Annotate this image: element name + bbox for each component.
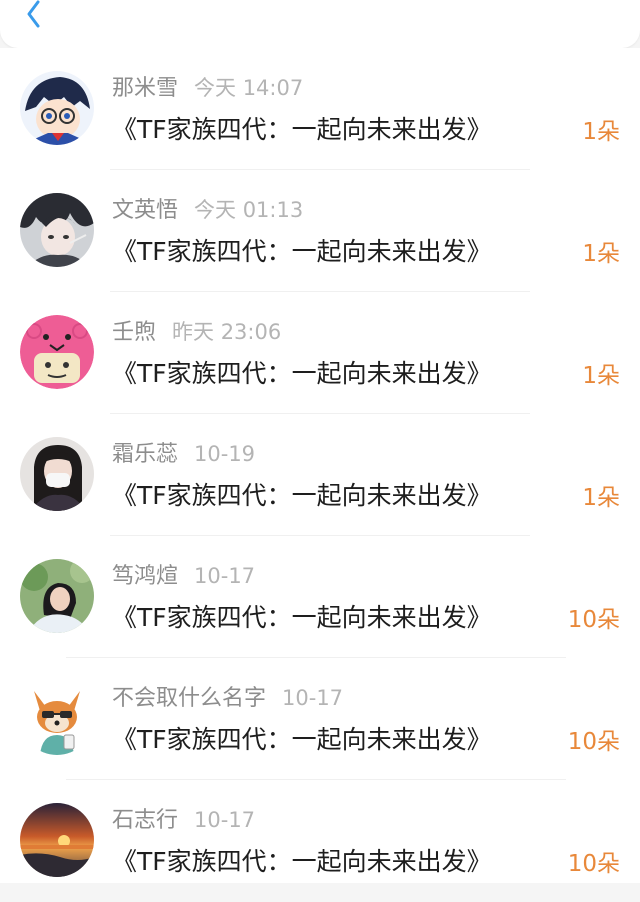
avatar[interactable] xyxy=(20,193,94,267)
pink-cartoon-avatar-icon xyxy=(20,315,94,389)
work-title[interactable]: 《TF家族四代：一起向未来出发》 xyxy=(112,600,492,636)
list-item[interactable]: 笃鸿煊 10-17 《TF家族四代：一起向未来出发》 10朵 xyxy=(0,536,640,658)
send-time: 10-17 xyxy=(282,686,344,710)
send-time: 昨天 23:06 xyxy=(172,320,282,344)
send-time: 10-19 xyxy=(194,442,256,466)
send-time: 10-17 xyxy=(194,808,256,832)
sender-name[interactable]: 文英悟 xyxy=(112,198,178,223)
item-meta: 笃鸿煊 10-17 xyxy=(112,560,255,592)
anime-boy-avatar-icon xyxy=(20,71,94,145)
work-title[interactable]: 《TF家族四代：一起向未来出发》 xyxy=(112,356,492,392)
flower-count: 1朵 xyxy=(582,241,620,267)
top-navigation-bar xyxy=(0,0,640,48)
work-title[interactable]: 《TF家族四代：一起向未来出发》 xyxy=(112,478,492,514)
sender-name[interactable]: 不会取什么名字 xyxy=(112,686,266,711)
flower-count: 10朵 xyxy=(567,607,620,633)
sender-name[interactable]: 那米雪 xyxy=(112,76,178,101)
list-item[interactable]: 石志行 10-17 《TF家族四代：一起向未来出发》 10朵 xyxy=(0,780,640,902)
work-title[interactable]: 《TF家族四代：一起向未来出发》 xyxy=(112,112,492,148)
item-meta: 壬煦 昨天 23:06 xyxy=(112,316,281,348)
item-meta: 那米雪 今天 14:07 xyxy=(112,72,303,104)
girl-photo-avatar-icon xyxy=(20,437,94,511)
anime-guy-avatar-icon xyxy=(20,193,94,267)
avatar[interactable] xyxy=(20,681,94,755)
send-time: 今天 01:13 xyxy=(194,198,304,222)
avatar[interactable] xyxy=(20,803,94,877)
flower-count: 1朵 xyxy=(582,485,620,511)
send-time: 10-17 xyxy=(194,564,256,588)
chevron-left-icon xyxy=(27,0,40,28)
sender-name[interactable]: 笃鸿煊 xyxy=(112,564,178,589)
item-meta: 霜乐蕊 10-19 xyxy=(112,438,255,470)
avatar[interactable] xyxy=(20,315,94,389)
work-title[interactable]: 《TF家族四代：一起向未来出发》 xyxy=(112,844,492,880)
fox-cartoon-avatar-icon xyxy=(20,681,94,755)
flower-count: 10朵 xyxy=(567,851,620,877)
flower-count: 1朵 xyxy=(582,119,620,145)
sender-name[interactable]: 壬煦 xyxy=(112,320,156,345)
sender-name[interactable]: 霜乐蕊 xyxy=(112,442,178,467)
item-meta: 石志行 10-17 xyxy=(112,804,255,836)
item-meta: 文英悟 今天 01:13 xyxy=(112,194,303,226)
sunset-beach-avatar-icon xyxy=(20,803,94,877)
woman-photo-avatar-icon xyxy=(20,559,94,633)
list-item[interactable]: 霜乐蕊 10-19 《TF家族四代：一起向未来出发》 1朵 xyxy=(0,414,640,536)
sender-name[interactable]: 石志行 xyxy=(112,808,178,833)
list-item[interactable]: 文英悟 今天 01:13 《TF家族四代：一起向未来出发》 1朵 xyxy=(0,170,640,292)
item-meta: 不会取什么名字 10-17 xyxy=(112,682,343,714)
avatar[interactable] xyxy=(20,71,94,145)
work-title[interactable]: 《TF家族四代：一起向未来出发》 xyxy=(112,234,492,270)
avatar[interactable] xyxy=(20,437,94,511)
list-item[interactable]: 壬煦 昨天 23:06 《TF家族四代：一起向未来出发》 1朵 xyxy=(0,292,640,414)
list-item[interactable]: 那米雪 今天 14:07 《TF家族四代：一起向未来出发》 1朵 xyxy=(0,48,640,170)
flower-count: 1朵 xyxy=(582,363,620,389)
back-button[interactable] xyxy=(22,0,48,30)
flower-count: 10朵 xyxy=(567,729,620,755)
list-item[interactable]: 不会取什么名字 10-17 《TF家族四代：一起向未来出发》 10朵 xyxy=(0,658,640,780)
avatar[interactable] xyxy=(20,559,94,633)
work-title[interactable]: 《TF家族四代：一起向未来出发》 xyxy=(112,722,492,758)
send-time: 今天 14:07 xyxy=(194,76,304,100)
gift-record-list: 那米雪 今天 14:07 《TF家族四代：一起向未来出发》 1朵 文英悟 今天 01… xyxy=(0,48,640,883)
